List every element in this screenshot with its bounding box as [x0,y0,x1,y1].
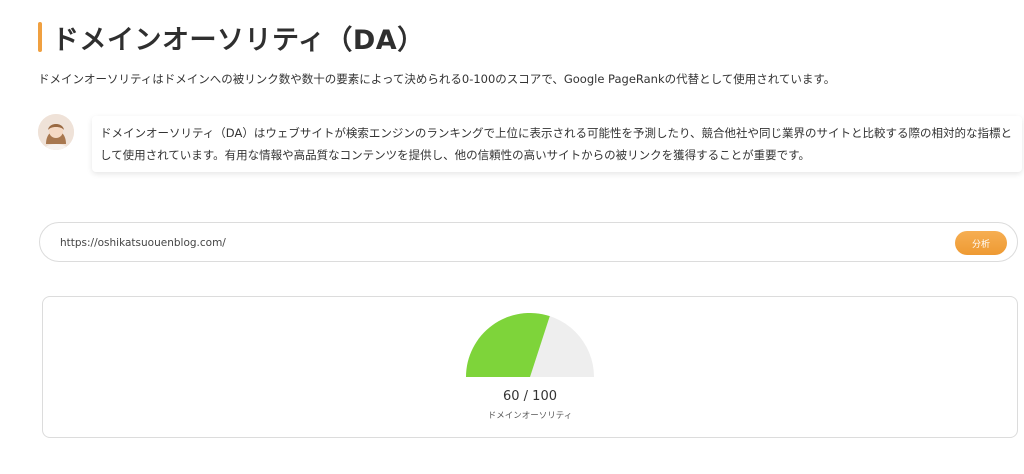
section-heading: ドメインオーソリティ（DA） [38,20,425,56]
da-gauge [466,313,594,377]
page-title: ドメインオーソリティ（DA） [52,24,425,56]
avatar-icon [38,114,74,150]
score-label: ドメインオーソリティ [487,411,573,421]
score-value: 60 / 100 [503,389,557,404]
url-analyzer-bar: 分析 [39,222,1018,262]
url-input[interactable] [58,232,922,254]
speech-bubble: ドメインオーソリティ（DA）はウェブサイトが検索エンジンのランキングで上位に表示… [92,116,1022,172]
result-card: 60 / 100 ドメインオーソリティ [42,296,1018,438]
page: ドメインオーソリティ（DA） ドメインオーソリティはドメインへの被リンク数や数十… [0,0,1024,474]
analyze-button[interactable]: 分析 [955,231,1007,255]
heading-accent-bar [38,22,42,52]
speech-text: ドメインオーソリティ（DA）はウェブサイトが検索エンジンのランキングで上位に表示… [100,126,1013,162]
intro-text: ドメインオーソリティはドメインへの被リンク数や数十の要素によって決められる0-1… [38,72,836,86]
